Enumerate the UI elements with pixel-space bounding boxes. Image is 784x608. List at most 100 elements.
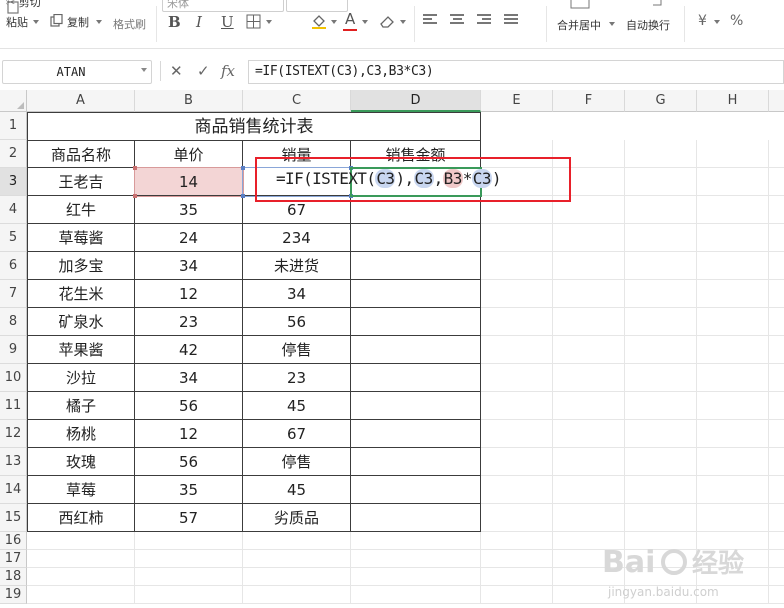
row-header[interactable]: 6 xyxy=(0,252,27,280)
cell-i8[interactable] xyxy=(769,308,784,336)
cell-d7[interactable] xyxy=(351,280,481,308)
cell-b10[interactable]: 34 xyxy=(135,364,243,392)
cell-b11[interactable]: 56 xyxy=(135,392,243,420)
cell-c2[interactable]: 销量 xyxy=(243,140,351,168)
cell-a18[interactable] xyxy=(27,568,135,586)
cell-f15[interactable] xyxy=(553,504,625,532)
cell-e5[interactable] xyxy=(481,224,553,252)
cell-d8[interactable] xyxy=(351,308,481,336)
cell-b18[interactable] xyxy=(135,568,243,586)
cell-e19[interactable] xyxy=(481,586,553,604)
row-header[interactable]: 8 xyxy=(0,308,27,336)
cell-e16[interactable] xyxy=(481,532,553,550)
cell-g11[interactable] xyxy=(625,392,697,420)
font-size-select[interactable] xyxy=(286,0,348,12)
column-header-d[interactable]: D xyxy=(351,90,481,112)
cell-h12[interactable] xyxy=(697,420,769,448)
row-header[interactable]: 10 xyxy=(0,364,27,392)
cell-f5[interactable] xyxy=(553,224,625,252)
copy-dropdown-icon[interactable] xyxy=(96,20,102,24)
cell-edit-formula[interactable]: =IF(ISTEXT(C3),C3,B3*C3) xyxy=(276,169,502,188)
cell-b13[interactable]: 56 xyxy=(135,448,243,476)
merge-center-button[interactable]: 合并居中 xyxy=(557,17,601,33)
cell-c9[interactable]: 停售 xyxy=(243,336,351,364)
cell-g12[interactable] xyxy=(625,420,697,448)
cell-b12[interactable]: 12 xyxy=(135,420,243,448)
cell-i13[interactable] xyxy=(769,448,784,476)
cell-i7[interactable] xyxy=(769,280,784,308)
row-header[interactable]: 11 xyxy=(0,392,27,420)
cell-a13[interactable]: 玫瑰 xyxy=(27,448,135,476)
currency-dropdown-icon[interactable] xyxy=(714,20,720,24)
select-all-corner[interactable] xyxy=(0,90,27,112)
cell-b9[interactable]: 42 xyxy=(135,336,243,364)
cell-a12[interactable]: 杨桃 xyxy=(27,420,135,448)
merge-dropdown-icon[interactable] xyxy=(609,22,615,26)
cell-f10[interactable] xyxy=(553,364,625,392)
cell-e4[interactable] xyxy=(481,196,553,224)
cell-a9[interactable]: 苹果酱 xyxy=(27,336,135,364)
formula-input[interactable]: =IF(ISTEXT(C3),C3,B3*C3) xyxy=(248,60,784,84)
row-header[interactable]: 5 xyxy=(0,224,27,252)
cell-c8[interactable]: 56 xyxy=(243,308,351,336)
cell-g14[interactable] xyxy=(625,476,697,504)
cell-c17[interactable] xyxy=(243,550,351,568)
cell-h8[interactable] xyxy=(697,308,769,336)
cell-e12[interactable] xyxy=(481,420,553,448)
cell-f6[interactable] xyxy=(553,252,625,280)
cell-e11[interactable] xyxy=(481,392,553,420)
cell-h15[interactable] xyxy=(697,504,769,532)
cell-g10[interactable] xyxy=(625,364,697,392)
cell-i11[interactable] xyxy=(769,392,784,420)
column-header-i[interactable] xyxy=(769,90,784,112)
cell-b15[interactable]: 57 xyxy=(135,504,243,532)
cell-g3[interactable] xyxy=(625,168,697,196)
cell-a16[interactable] xyxy=(27,532,135,550)
wrap-text-button[interactable]: 自动换行 xyxy=(626,17,670,33)
border-icon[interactable] xyxy=(246,14,262,30)
cell-h5[interactable] xyxy=(697,224,769,252)
cell-i15[interactable] xyxy=(769,504,784,532)
cell-d14[interactable] xyxy=(351,476,481,504)
cell-f7[interactable] xyxy=(553,280,625,308)
cell-i3[interactable] xyxy=(769,168,784,196)
bold-icon[interactable]: B xyxy=(168,13,181,31)
cell-e13[interactable] xyxy=(481,448,553,476)
cell-i2[interactable] xyxy=(769,140,784,168)
row-header[interactable]: 13 xyxy=(0,448,27,476)
cell-a5[interactable]: 草莓酱 xyxy=(27,224,135,252)
cell-d5[interactable] xyxy=(351,224,481,252)
cell-g9[interactable] xyxy=(625,336,697,364)
justify-icon[interactable] xyxy=(504,14,518,26)
cell-b14[interactable]: 35 xyxy=(135,476,243,504)
cell-i10[interactable] xyxy=(769,364,784,392)
font-color-icon[interactable]: A xyxy=(345,10,355,28)
cell-i4[interactable] xyxy=(769,196,784,224)
cell-b8[interactable]: 23 xyxy=(135,308,243,336)
cell-c16[interactable] xyxy=(243,532,351,550)
cell-d4[interactable] xyxy=(351,196,481,224)
cell-h13[interactable] xyxy=(697,448,769,476)
column-header-e[interactable]: E xyxy=(481,90,553,112)
column-header-f[interactable]: F xyxy=(553,90,625,112)
cell-h7[interactable] xyxy=(697,280,769,308)
cell-d10[interactable] xyxy=(351,364,481,392)
column-header-h[interactable]: H xyxy=(697,90,769,112)
cell-c10[interactable]: 23 xyxy=(243,364,351,392)
cell-g6[interactable] xyxy=(625,252,697,280)
cell-a15[interactable]: 西红柿 xyxy=(27,504,135,532)
table-title[interactable]: 商品销售统计表 xyxy=(27,112,481,140)
cell-g5[interactable] xyxy=(625,224,697,252)
cell-a19[interactable] xyxy=(27,586,135,604)
cell-a8[interactable]: 矿泉水 xyxy=(27,308,135,336)
cell-a10[interactable]: 沙拉 xyxy=(27,364,135,392)
cell-h10[interactable] xyxy=(697,364,769,392)
cell-e7[interactable] xyxy=(481,280,553,308)
name-box[interactable]: ATAN xyxy=(2,60,152,84)
cell-b5[interactable]: 24 xyxy=(135,224,243,252)
cell-c6[interactable]: 未进货 xyxy=(243,252,351,280)
cell-c14[interactable]: 45 xyxy=(243,476,351,504)
cell-c18[interactable] xyxy=(243,568,351,586)
fill-color-icon[interactable] xyxy=(310,12,328,30)
cell-c19[interactable] xyxy=(243,586,351,604)
